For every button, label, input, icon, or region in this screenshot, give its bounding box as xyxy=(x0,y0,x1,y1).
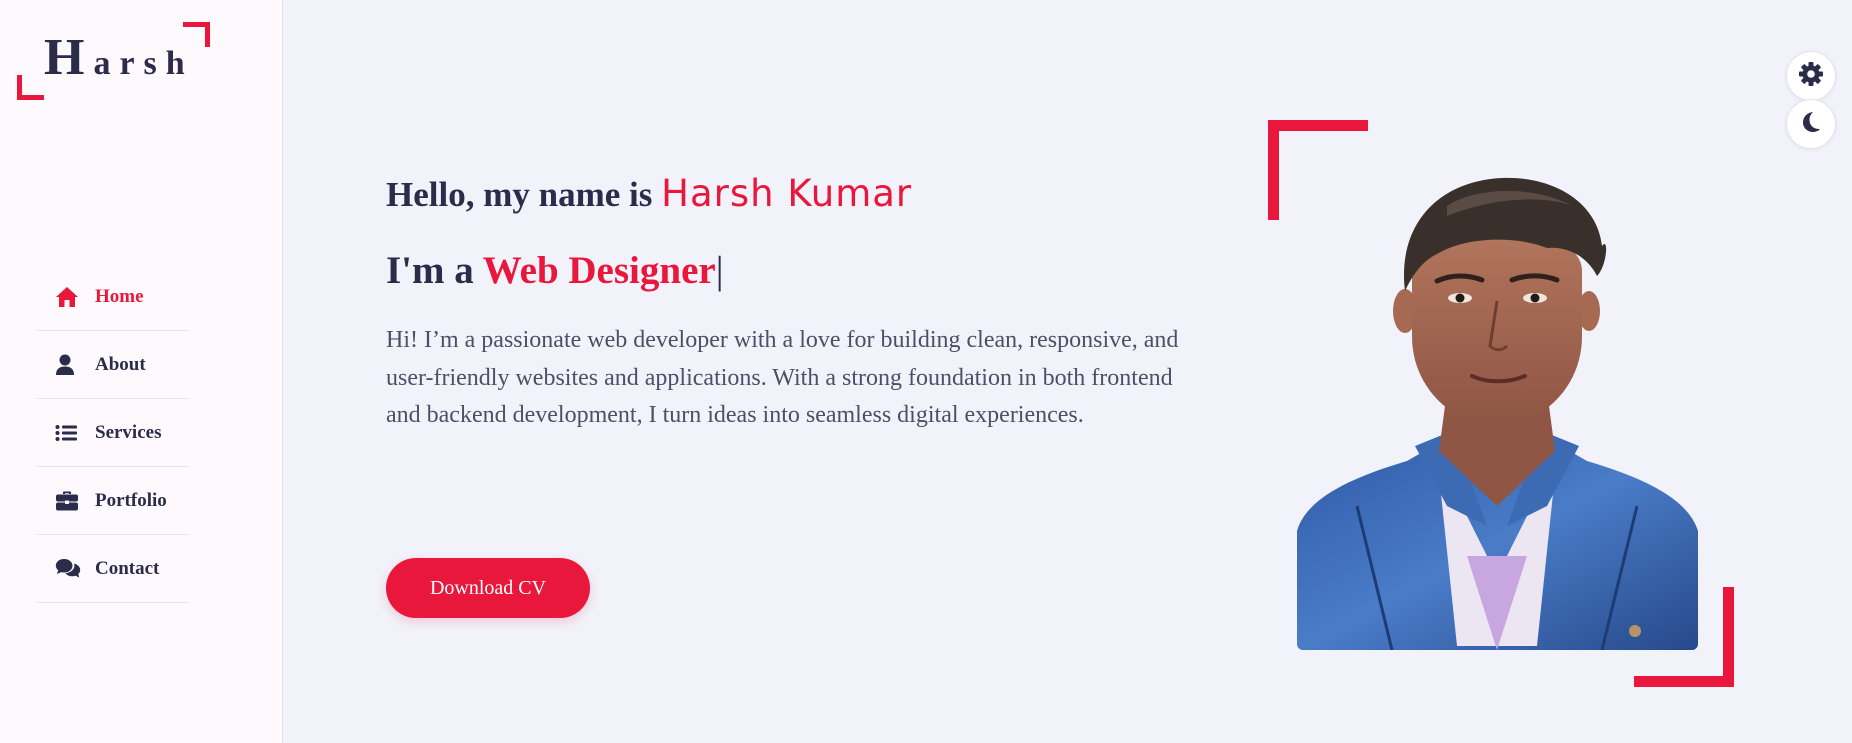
theme-toggle-button[interactable] xyxy=(1786,99,1836,149)
settings-button[interactable] xyxy=(1786,51,1836,101)
user-icon xyxy=(55,354,85,376)
sidebar-item-label: Services xyxy=(95,421,162,443)
profile-photo xyxy=(1297,176,1698,650)
hero-greeting: Hello, my name is xyxy=(386,175,653,214)
comments-icon xyxy=(55,558,85,580)
hero-greeting-heading: Hello, my name is Harsh Kumar xyxy=(386,172,912,215)
home-icon xyxy=(55,286,85,308)
logo-corner-bottom-left xyxy=(17,75,44,100)
logo-first-letter: H xyxy=(44,29,94,86)
sidebar: Harsh Home About Services Portfolio Cont… xyxy=(0,0,283,743)
gear-icon xyxy=(1798,61,1824,92)
sidebar-item-portfolio[interactable]: Portfolio xyxy=(37,467,189,535)
hero-role-prefix: I'm a xyxy=(386,249,474,292)
hero-bio: Hi! I’m a passionate web developer with … xyxy=(386,327,1179,428)
sidebar-item-home[interactable]: Home xyxy=(37,263,189,331)
logo-text: Harsh xyxy=(44,28,194,87)
list-icon xyxy=(55,424,85,442)
moon-icon xyxy=(1799,110,1823,139)
briefcase-icon xyxy=(55,491,85,511)
sidebar-item-services[interactable]: Services xyxy=(37,399,189,467)
logo[interactable]: Harsh xyxy=(17,22,210,100)
hero-role-heading: I'm a Web Designer| xyxy=(386,248,724,293)
download-cv-button[interactable]: Download CV xyxy=(386,558,590,618)
hero-role-title: Web Designer xyxy=(482,249,716,292)
main-nav: Home About Services Portfolio Contact xyxy=(37,263,189,603)
hero-name: Harsh Kumar xyxy=(661,172,913,215)
sidebar-item-label: About xyxy=(95,353,146,375)
sidebar-item-contact[interactable]: Contact xyxy=(37,535,189,603)
sidebar-item-label: Home xyxy=(95,285,144,307)
typing-caret: | xyxy=(715,249,724,292)
sidebar-item-label: Portfolio xyxy=(95,489,167,511)
sidebar-item-label: Contact xyxy=(95,557,160,579)
logo-rest-letters: arsh xyxy=(93,45,194,82)
sidebar-item-about[interactable]: About xyxy=(37,331,189,399)
